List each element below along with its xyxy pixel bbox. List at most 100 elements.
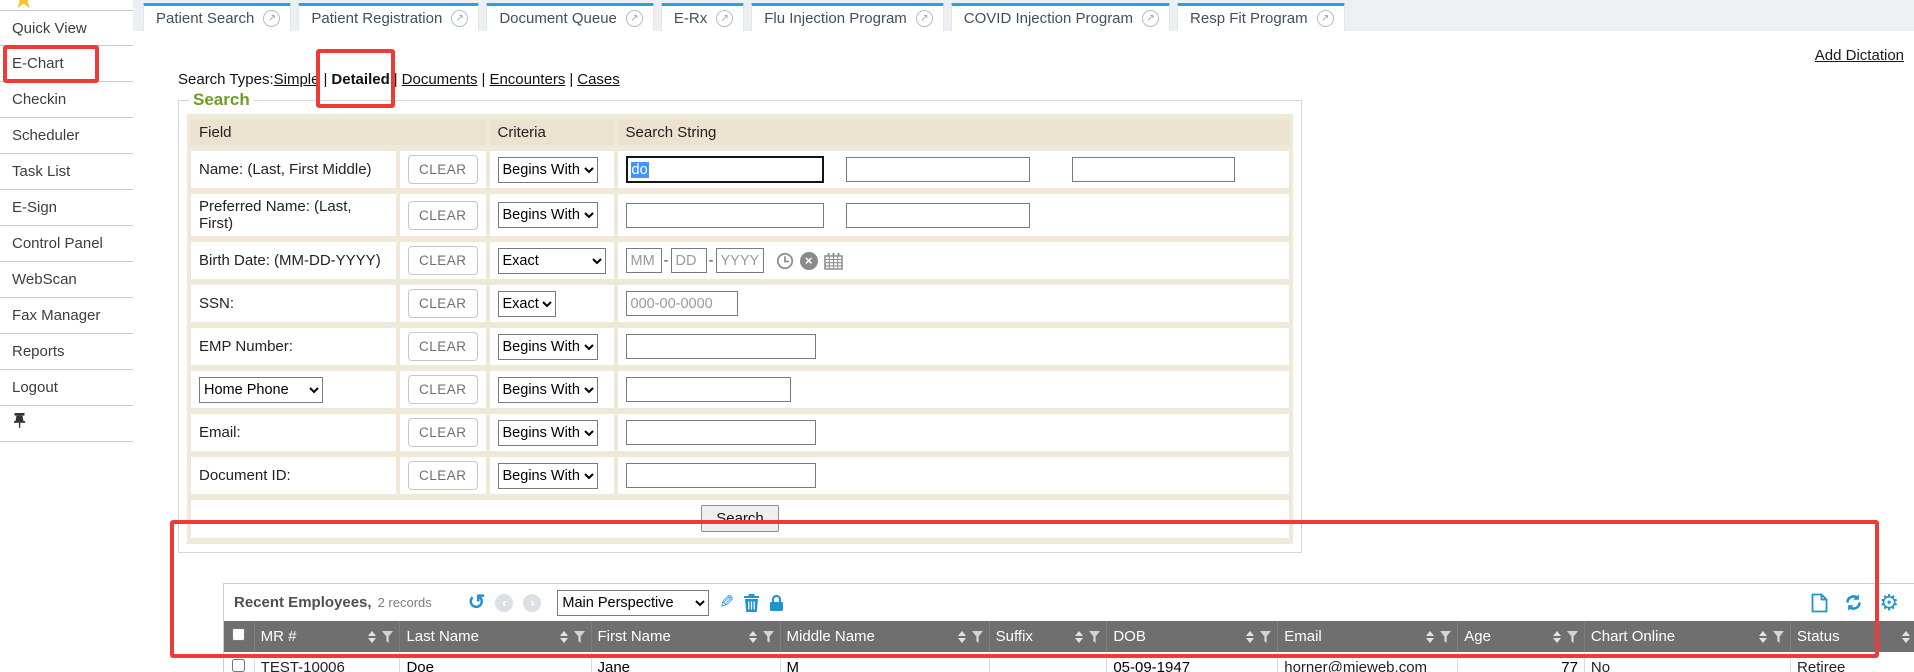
col-header-email[interactable]: Email: [1278, 621, 1458, 652]
clear-button[interactable]: CLEAR: [408, 246, 478, 275]
sidebar-item-e-sign[interactable]: E-Sign: [0, 190, 133, 226]
search-type-cases[interactable]: Cases: [577, 71, 620, 88]
lock-icon[interactable]: [769, 594, 784, 612]
sort-icon[interactable]: [368, 631, 376, 643]
cell-last-name-link[interactable]: Doe: [406, 659, 434, 672]
criteria-select[interactable]: Begins With: [498, 157, 598, 183]
col-header-first-name[interactable]: First Name: [591, 621, 780, 652]
sort-icon[interactable]: [1075, 631, 1083, 643]
col-header-mr[interactable]: MR #: [254, 621, 400, 652]
col-header-status[interactable]: Status: [1791, 621, 1914, 652]
search-type-encounters[interactable]: Encounters: [489, 71, 565, 88]
cell-middle-name-link[interactable]: M: [787, 659, 800, 672]
email-input[interactable]: [626, 420, 816, 445]
page-prev-icon[interactable]: ‹: [495, 594, 513, 612]
open-in-new-icon[interactable]: ↗: [916, 10, 933, 27]
search-type-simple[interactable]: Simple: [274, 71, 320, 88]
search-type-detailed[interactable]: Detailed: [331, 71, 389, 88]
search-type-documents[interactable]: Documents: [402, 71, 478, 88]
open-in-new-icon[interactable]: ↗: [1317, 10, 1334, 27]
sidebar-item-reports[interactable]: Reports: [0, 334, 133, 370]
col-header-last-name[interactable]: Last Name: [400, 621, 591, 652]
dob-month-input[interactable]: [626, 248, 662, 273]
add-dictation-link[interactable]: Add Dictation: [1815, 47, 1904, 64]
tab-document-queue[interactable]: Document Queue ↗: [486, 3, 654, 31]
search-button[interactable]: Search: [701, 505, 779, 532]
sidebar-item-fax-manager[interactable]: Fax Manager: [0, 298, 133, 334]
dob-day-input[interactable]: [671, 248, 707, 273]
tab-patient-search[interactable]: Patient Search ↗: [143, 3, 291, 31]
ssn-input[interactable]: [626, 291, 738, 316]
name-first-input[interactable]: [846, 157, 1030, 182]
sort-icon[interactable]: [560, 631, 568, 643]
criteria-select[interactable]: Exact: [498, 291, 556, 317]
sidebar-item-logout[interactable]: Logout: [0, 370, 133, 406]
sidebar-item-task-list[interactable]: Task List: [0, 154, 133, 190]
phone-input[interactable]: [626, 377, 791, 402]
cell-age-link[interactable]: 77: [1561, 659, 1578, 672]
dob-year-input[interactable]: [716, 248, 764, 273]
clear-button[interactable]: CLEAR: [408, 418, 478, 447]
preferred-first-input[interactable]: [846, 203, 1030, 228]
criteria-select[interactable]: Begins With: [498, 202, 598, 228]
name-middle-input[interactable]: [1072, 157, 1235, 182]
cell-dob-link[interactable]: 05-09-1947: [1113, 659, 1190, 672]
tab-patient-registration[interactable]: Patient Registration ↗: [298, 3, 479, 31]
filter-icon[interactable]: [1260, 631, 1271, 643]
sort-icon[interactable]: [749, 631, 757, 643]
sort-icon[interactable]: [958, 631, 966, 643]
clear-button[interactable]: CLEAR: [408, 332, 478, 361]
filter-icon[interactable]: [763, 631, 774, 643]
row-checkbox[interactable]: [232, 659, 245, 672]
filter-icon[interactable]: [1440, 631, 1451, 643]
open-in-new-icon[interactable]: ↗: [626, 10, 643, 27]
filter-icon[interactable]: [1567, 631, 1578, 643]
emp-number-input[interactable]: [626, 334, 816, 359]
criteria-select[interactable]: Begins With: [498, 463, 598, 489]
col-header-dob[interactable]: DOB: [1107, 621, 1278, 652]
tab-resp-fit-program[interactable]: Resp Fit Program ↗: [1177, 3, 1345, 31]
clock-icon[interactable]: [776, 252, 794, 270]
filter-icon[interactable]: [382, 631, 393, 643]
criteria-select[interactable]: Begins With: [498, 420, 598, 446]
gear-icon[interactable]: ⚙: [1879, 592, 1899, 614]
criteria-select[interactable]: Begins With: [498, 334, 598, 360]
tab-covid-injection-program[interactable]: COVID Injection Program ↗: [951, 3, 1170, 31]
col-header-age[interactable]: Age: [1458, 621, 1585, 652]
undo-icon[interactable]: ↺: [468, 592, 486, 613]
sort-icon[interactable]: [1553, 631, 1561, 643]
sidebar-item-webscan[interactable]: WebScan: [0, 262, 133, 298]
sidebar-pin-toggle[interactable]: [0, 406, 133, 442]
edit-pencil-icon[interactable]: ✎: [719, 592, 734, 613]
page-next-icon[interactable]: ›: [523, 594, 541, 612]
sort-icon[interactable]: [1902, 631, 1910, 643]
sidebar-item-scheduler[interactable]: Scheduler: [0, 118, 133, 154]
sidebar-item-quick-view[interactable]: Quick View: [0, 10, 133, 46]
col-header-chart-online[interactable]: Chart Online: [1584, 621, 1790, 652]
clear-button[interactable]: CLEAR: [408, 375, 478, 404]
document-id-input[interactable]: [626, 463, 816, 488]
select-all-checkbox[interactable]: [232, 628, 245, 641]
sidebar-item-control-panel[interactable]: Control Panel: [0, 226, 133, 262]
open-in-new-icon[interactable]: ↗: [263, 10, 280, 27]
open-in-new-icon[interactable]: ↗: [451, 10, 468, 27]
sort-icon[interactable]: [1759, 631, 1767, 643]
delete-trash-icon[interactable]: [744, 594, 759, 612]
phone-field-select[interactable]: Home Phone: [199, 377, 323, 403]
open-in-new-icon[interactable]: ↗: [716, 10, 733, 27]
open-in-new-icon[interactable]: ↗: [1142, 10, 1159, 27]
sidebar-item-checkin[interactable]: Checkin: [0, 82, 133, 118]
new-document-icon[interactable]: [1811, 593, 1828, 613]
filter-icon[interactable]: [1773, 631, 1784, 643]
filter-icon[interactable]: [574, 631, 585, 643]
clear-date-icon[interactable]: ×: [800, 252, 818, 270]
calendar-icon[interactable]: [824, 252, 843, 270]
clear-button[interactable]: CLEAR: [408, 289, 478, 318]
col-header-suffix[interactable]: Suffix: [989, 621, 1107, 652]
name-last-input[interactable]: do: [626, 156, 824, 183]
refresh-icon[interactable]: [1844, 593, 1863, 612]
clear-button[interactable]: CLEAR: [408, 201, 478, 230]
sort-icon[interactable]: [1426, 631, 1434, 643]
sidebar-item-e-chart[interactable]: E-Chart: [0, 46, 133, 82]
preferred-last-input[interactable]: [626, 203, 824, 228]
